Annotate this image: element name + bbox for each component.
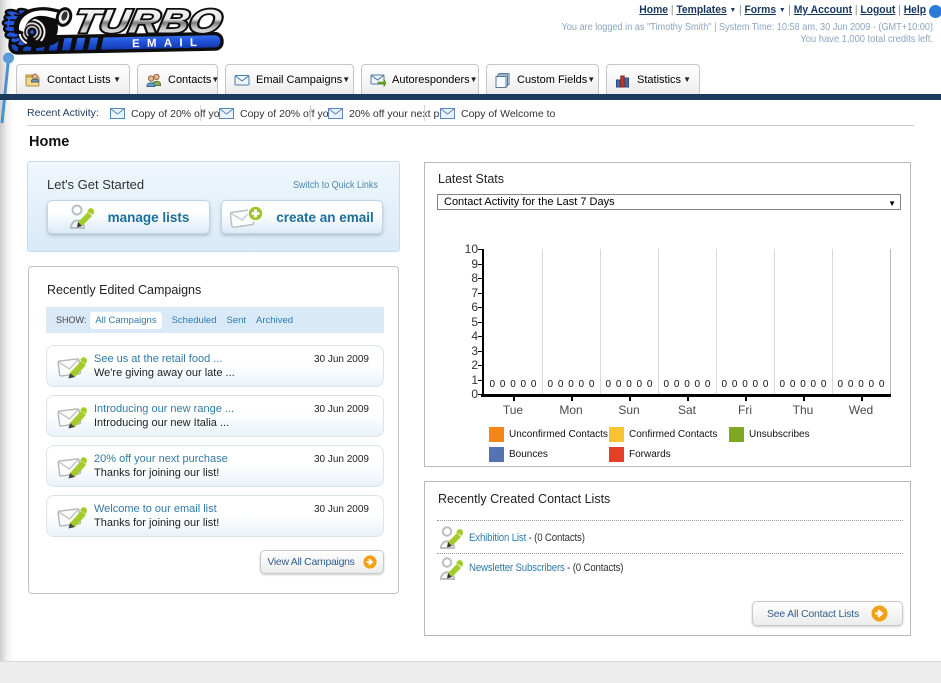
svg-text:TURBO: TURBO	[71, 4, 225, 41]
